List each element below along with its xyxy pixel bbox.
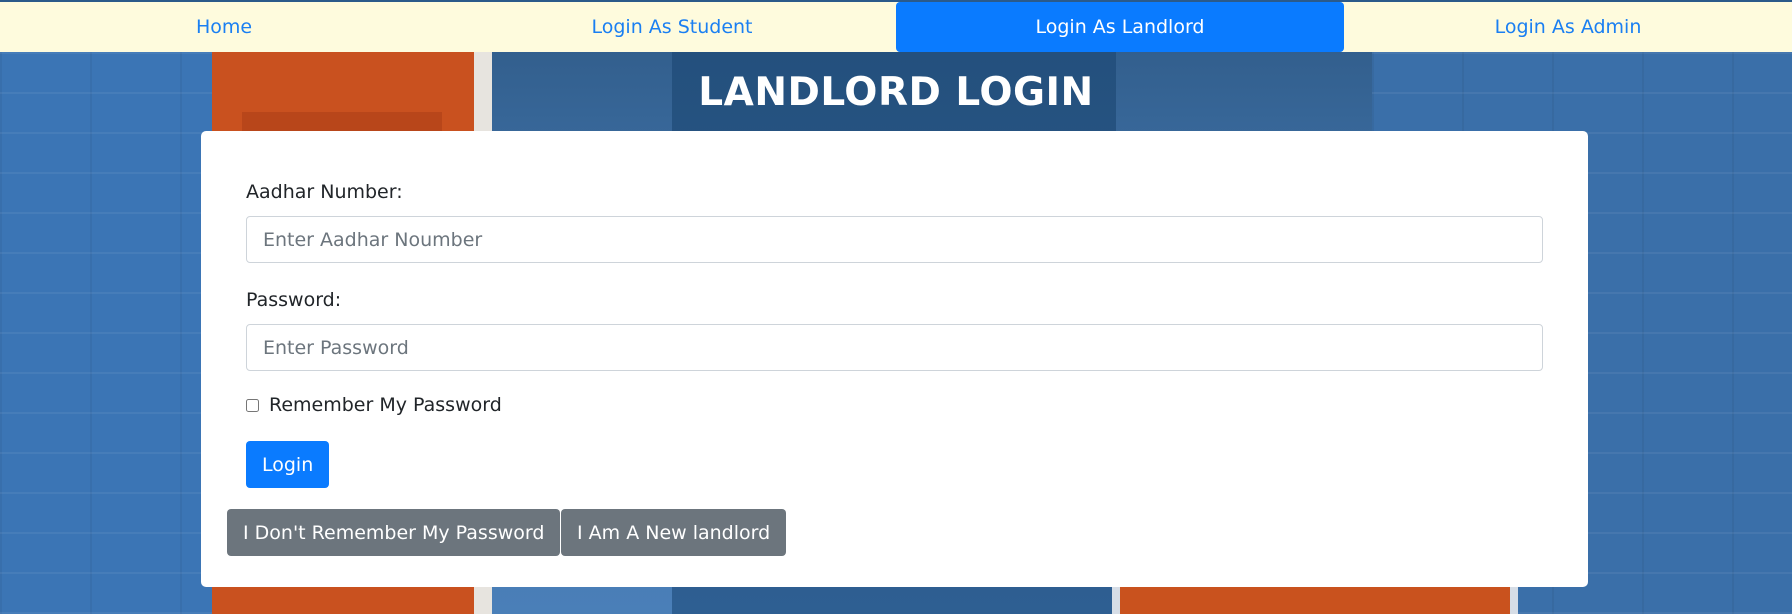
top-navigation: Home Login As Student Login As Landlord …: [0, 0, 1792, 52]
nav-login-landlord[interactable]: Login As Landlord: [896, 2, 1344, 52]
password-input[interactable]: [246, 324, 1543, 371]
login-button[interactable]: Login: [246, 441, 330, 488]
remember-label: Remember My Password: [269, 394, 502, 416]
nav-login-student[interactable]: Login As Student: [448, 2, 896, 52]
aadhar-label: Aadhar Number:: [246, 181, 403, 203]
password-label: Password:: [246, 289, 342, 311]
page-title: LANDLORD LOGIN: [698, 70, 1094, 115]
remember-checkbox[interactable]: [246, 398, 259, 412]
nav-home[interactable]: Home: [0, 2, 448, 52]
remember-row: Remember My Password: [246, 394, 502, 416]
new-landlord-button[interactable]: I Am A New landlord: [561, 509, 787, 556]
login-card: Aadhar Number: Password: Remember My Pas…: [201, 131, 1588, 587]
nav-login-admin[interactable]: Login As Admin: [1344, 2, 1792, 52]
aadhar-input[interactable]: [246, 216, 1543, 263]
forgot-password-button[interactable]: I Don't Remember My Password: [227, 509, 561, 556]
